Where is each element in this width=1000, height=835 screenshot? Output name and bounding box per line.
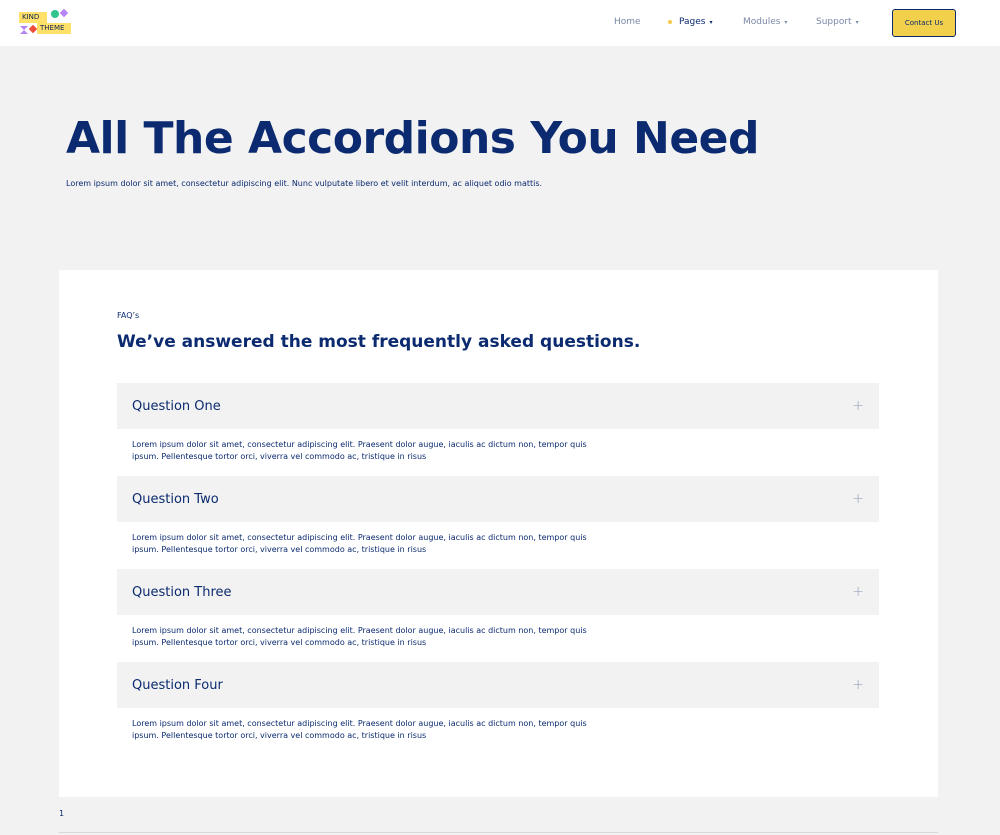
accordion-item: Question Two + Lorem ipsum dolor sit ame… bbox=[117, 476, 879, 556]
accordion-question: Question Two bbox=[132, 491, 219, 507]
nav-modules[interactable]: Modules ▾ bbox=[743, 17, 787, 27]
nav-modules-label: Modules bbox=[743, 17, 781, 27]
nav-pages[interactable]: Pages ▾ bbox=[668, 17, 713, 27]
accordion-question: Question Three bbox=[132, 584, 232, 600]
nav-home[interactable]: Home bbox=[614, 17, 641, 27]
accordion-item: Question One + Lorem ipsum dolor sit ame… bbox=[117, 383, 879, 463]
active-indicator-icon bbox=[668, 20, 672, 24]
page-title: All The Accordions You Need bbox=[66, 113, 760, 164]
accordion-question: Question Four bbox=[132, 677, 223, 693]
accordion-header[interactable]: Question Three + bbox=[117, 569, 879, 615]
logo-shapes-icon bbox=[20, 9, 69, 34]
chevron-down-icon: ▾ bbox=[709, 18, 713, 26]
nav-support[interactable]: Support ▾ bbox=[816, 17, 859, 27]
faq-heading: We’ve answered the most frequently asked… bbox=[117, 332, 641, 352]
accordion-item: Question Three + Lorem ipsum dolor sit a… bbox=[117, 569, 879, 649]
plus-icon[interactable]: + bbox=[852, 584, 864, 600]
accordion-header[interactable]: Question One + bbox=[117, 383, 879, 429]
page-subtitle: Lorem ipsum dolor sit amet, consectetur … bbox=[66, 179, 543, 188]
accordion-answer: Lorem ipsum dolor sit amet, consectetur … bbox=[132, 533, 587, 554]
chevron-down-icon: ▾ bbox=[784, 18, 788, 26]
nav-home-label: Home bbox=[614, 17, 641, 27]
accordion-header[interactable]: Question Two + bbox=[117, 476, 879, 522]
plus-icon[interactable]: + bbox=[852, 398, 864, 414]
divider bbox=[59, 832, 938, 833]
kind-theme-logo[interactable]: KIND THEME bbox=[19, 9, 71, 36]
faq-card: FAQ’s We’ve answered the most frequently… bbox=[59, 270, 938, 797]
site-header: KIND THEME Home Pages ▾ Modules ▾ Suppor… bbox=[0, 0, 1000, 46]
accordion-answer: Lorem ipsum dolor sit amet, consectetur … bbox=[132, 626, 587, 647]
accordion-header[interactable]: Question Four + bbox=[117, 662, 879, 708]
accordion-answer: Lorem ipsum dolor sit amet, consectetur … bbox=[132, 719, 587, 740]
nav-pages-label: Pages bbox=[679, 17, 706, 27]
faq-label: FAQ’s bbox=[117, 311, 140, 320]
accordion-question: Question One bbox=[132, 398, 221, 414]
accordion-item: Question Four + Lorem ipsum dolor sit am… bbox=[117, 662, 879, 742]
plus-icon[interactable]: + bbox=[852, 491, 864, 507]
page-number: 1 bbox=[59, 809, 65, 818]
accordion-answer: Lorem ipsum dolor sit amet, consectetur … bbox=[132, 440, 587, 461]
nav-support-label: Support bbox=[816, 17, 852, 27]
contact-us-button[interactable]: Contact Us bbox=[892, 9, 956, 37]
chevron-down-icon: ▾ bbox=[855, 18, 859, 26]
plus-icon[interactable]: + bbox=[852, 677, 864, 693]
